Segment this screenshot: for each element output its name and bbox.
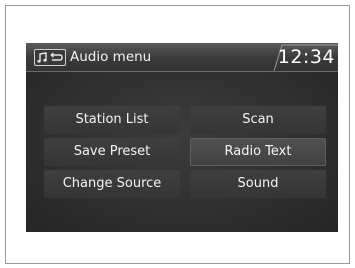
- menu-row: Change Source Sound: [44, 168, 326, 200]
- page-title: Audio menu: [70, 49, 152, 65]
- audio-screen: Audio menu 12:34 Station List Scan Save …: [26, 43, 338, 232]
- radio-text-button[interactable]: Radio Text: [190, 138, 326, 166]
- menu-grid: Station List Scan Save Preset Radio Text…: [44, 104, 326, 200]
- change-source-button[interactable]: Change Source: [44, 170, 180, 198]
- menu-area: Station List Scan Save Preset Radio Text…: [26, 72, 338, 232]
- menu-row: Save Preset Radio Text: [44, 136, 326, 168]
- clock-text: 12:34: [277, 46, 335, 68]
- sound-button[interactable]: Sound: [190, 170, 326, 198]
- scan-button[interactable]: Scan: [190, 106, 326, 134]
- save-preset-button[interactable]: Save Preset: [44, 138, 180, 166]
- title-bar: Audio menu 12:34: [26, 43, 338, 72]
- menu-row: Station List Scan: [44, 104, 326, 136]
- clock-display: 12:34: [272, 43, 338, 71]
- audio-source-icon: [34, 49, 66, 66]
- station-list-button[interactable]: Station List: [44, 106, 180, 134]
